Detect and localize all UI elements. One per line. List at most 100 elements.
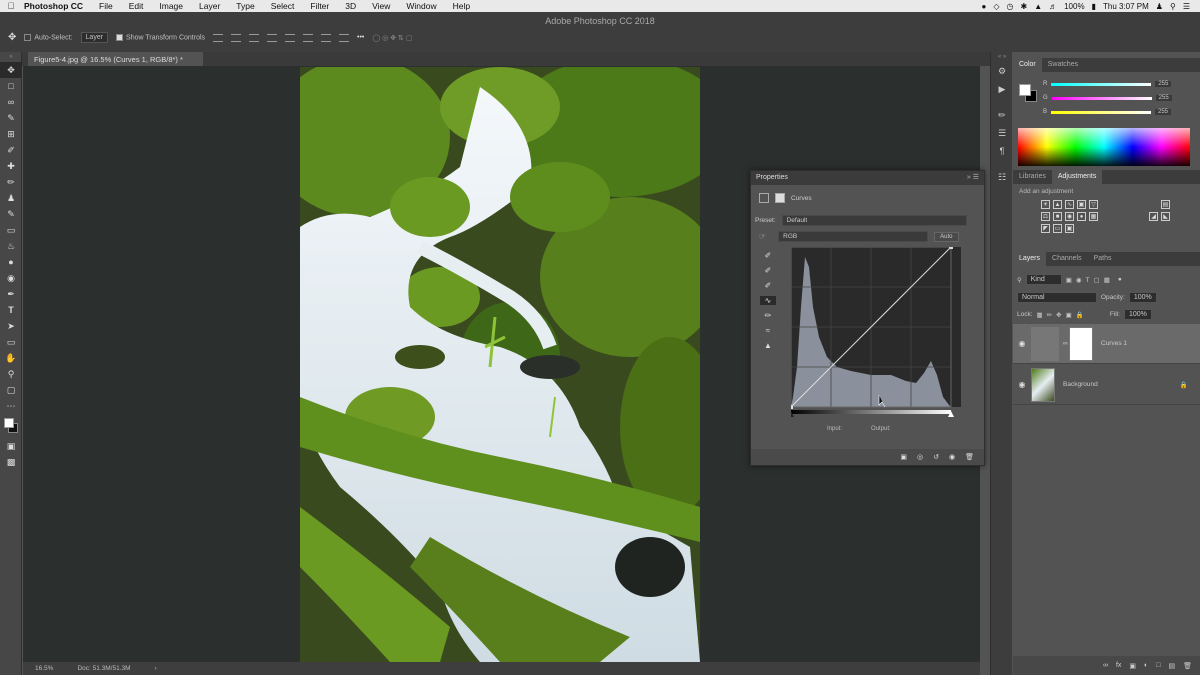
- clone-stamp-tool[interactable]: ♟: [0, 190, 22, 206]
- brush-settings-icon[interactable]: ☰: [991, 124, 1013, 142]
- layer-row-background[interactable]: ◉ Background 🔒: [1013, 365, 1200, 405]
- document-tab[interactable]: Figure5-4.jpg @ 16.5% (Curves 1, RGB/8*)…: [28, 52, 203, 66]
- user-icon[interactable]: ♟: [1156, 2, 1163, 11]
- clock[interactable]: Thu 3:07 PM: [1103, 2, 1149, 11]
- levels-icon[interactable]: ▲: [1053, 200, 1062, 209]
- history-brush-tool[interactable]: ✎: [0, 206, 22, 222]
- tab-color[interactable]: Color: [1013, 58, 1042, 72]
- blur-tool[interactable]: ●: [0, 254, 22, 270]
- menu-select[interactable]: Select: [263, 1, 303, 11]
- wifi-icon[interactable]: ▲: [1034, 2, 1042, 11]
- creative-cloud-icon[interactable]: ●: [982, 2, 987, 11]
- eyedropper-tool[interactable]: ✐: [0, 142, 22, 158]
- dodge-tool[interactable]: ◉: [0, 270, 22, 286]
- black-point-eyedropper-icon[interactable]: ✐: [765, 251, 772, 260]
- menu-filter[interactable]: Filter: [302, 1, 337, 11]
- lasso-tool[interactable]: ∞: [0, 94, 22, 110]
- menu-file[interactable]: File: [91, 1, 121, 11]
- toolbar-collapse-icon[interactable]: »: [0, 52, 22, 62]
- more-options-icon[interactable]: •••: [357, 34, 364, 41]
- visibility-eye-icon[interactable]: ◉: [1013, 380, 1031, 389]
- layer-name[interactable]: Curves 1: [1101, 340, 1127, 347]
- blue-slider[interactable]: B 255: [1043, 108, 1183, 116]
- view-previous-icon[interactable]: ◎: [917, 453, 923, 461]
- bluetooth-icon[interactable]: ✱: [1020, 2, 1027, 11]
- spotlight-icon[interactable]: ⚲: [1170, 2, 1176, 11]
- tab-channels[interactable]: Channels: [1046, 252, 1088, 266]
- eraser-tool[interactable]: ▭: [0, 222, 22, 238]
- status-arrow-icon[interactable]: ›: [155, 665, 157, 672]
- auto-select-target-dropdown[interactable]: Layer: [80, 32, 109, 43]
- color-swatches[interactable]: [0, 414, 21, 438]
- visibility-eye-icon[interactable]: ◉: [1013, 339, 1031, 348]
- align-right-icon[interactable]: [303, 33, 314, 42]
- layer-mask-thumbnail[interactable]: [1069, 326, 1093, 361]
- auto-button[interactable]: Auto: [934, 231, 959, 242]
- visibility-icon[interactable]: ◉: [949, 453, 955, 461]
- align-bottom-icon[interactable]: [249, 33, 260, 42]
- new-layer-icon[interactable]: ▤: [1168, 662, 1175, 670]
- zoom-level[interactable]: 16.5%: [35, 665, 53, 672]
- layer-mask-icon[interactable]: [775, 193, 785, 203]
- 3d-mode-icons[interactable]: ◯ ◎ ✥ ⇅ ▢: [372, 34, 412, 42]
- curves-icon[interactable]: ∿: [1065, 200, 1074, 209]
- path-selection-tool[interactable]: ➤: [0, 318, 22, 334]
- align-center-icon[interactable]: [285, 33, 296, 42]
- auto-select-checkbox[interactable]: Auto-Select:: [24, 33, 73, 41]
- color-spectrum[interactable]: [1018, 128, 1190, 166]
- align-left-icon[interactable]: [267, 33, 278, 42]
- tab-paths[interactable]: Paths: [1088, 252, 1118, 266]
- move-tool[interactable]: ✥: [0, 62, 22, 78]
- notification-icon[interactable]: ☰: [1183, 2, 1190, 11]
- history-panel-icon[interactable]: ⚙: [991, 62, 1013, 80]
- curve-point-white[interactable]: [949, 247, 953, 249]
- channel-mixer-icon[interactable]: ●: [1077, 212, 1086, 221]
- curve-point-black[interactable]: [791, 405, 793, 409]
- photo-filter-icon[interactable]: ◉: [1065, 212, 1074, 221]
- delete-icon[interactable]: 🗑: [965, 453, 974, 461]
- add-mask-icon[interactable]: ▣: [1129, 662, 1136, 670]
- menu-help[interactable]: Help: [445, 1, 478, 11]
- lock-icons[interactable]: ▦✏✥▣🔒: [1037, 311, 1088, 319]
- filter-type-icons[interactable]: ▣◉T▢▦: [1066, 276, 1114, 284]
- menu-type[interactable]: Type: [228, 1, 262, 11]
- blend-mode-dropdown[interactable]: Normal: [1017, 292, 1097, 303]
- actions-panel-icon[interactable]: ▶: [991, 80, 1013, 98]
- posterize-icon[interactable]: ◣: [1161, 212, 1170, 221]
- draw-curve-pencil-icon[interactable]: ✏: [765, 311, 772, 320]
- menu-3d[interactable]: 3D: [337, 1, 364, 11]
- quick-select-tool[interactable]: ✎: [0, 110, 22, 126]
- filter-search-icon[interactable]: ⚲: [1017, 276, 1022, 284]
- green-slider[interactable]: G 255: [1043, 94, 1183, 102]
- document-image-waterfall[interactable]: [300, 67, 700, 662]
- layer-name[interactable]: Background: [1063, 381, 1098, 388]
- volume-icon[interactable]: ♬: [1049, 2, 1057, 11]
- layer-style-icon[interactable]: fx: [1116, 662, 1121, 669]
- filter-toggle-icon[interactable]: ●: [1118, 276, 1122, 283]
- brightness-icon[interactable]: ☀: [1041, 200, 1050, 209]
- paragraph-icon[interactable]: ¶: [991, 142, 1013, 160]
- layer-row-curves[interactable]: ◉ ∞ Curves 1: [1013, 324, 1200, 364]
- tab-libraries[interactable]: Libraries: [1013, 170, 1052, 184]
- properties-panel-icon[interactable]: ☷: [991, 168, 1013, 186]
- curves-graph[interactable]: [791, 247, 961, 417]
- edit-points-curve-icon[interactable]: ∿: [760, 296, 776, 305]
- filter-kind-dropdown[interactable]: Kind: [1025, 274, 1062, 285]
- menu-layer[interactable]: Layer: [191, 1, 228, 11]
- menu-image[interactable]: Image: [151, 1, 191, 11]
- crop-tool[interactable]: ⊞: [0, 126, 22, 142]
- align-top-icon[interactable]: [213, 33, 224, 42]
- invert-icon[interactable]: ◢: [1149, 212, 1158, 221]
- vibrance-icon[interactable]: ▽: [1089, 200, 1098, 209]
- foreground-color-swatch[interactable]: [4, 418, 14, 428]
- selective-color-icon[interactable]: ▣: [1065, 224, 1074, 233]
- hue-saturation-icon[interactable]: ▤: [1161, 200, 1170, 209]
- white-point-eyedropper-icon[interactable]: ✐: [765, 281, 772, 290]
- on-image-adjust-icon[interactable]: ☞: [759, 232, 766, 241]
- delete-layer-icon[interactable]: 🗑: [1183, 662, 1192, 670]
- battery-icon[interactable]: ▮: [1092, 2, 1096, 11]
- time-machine-icon[interactable]: ◷: [1007, 2, 1014, 11]
- clipping-warning-icon[interactable]: ▲: [764, 341, 772, 350]
- document-size[interactable]: Doc: 51.3M/51.3M: [77, 665, 130, 672]
- clip-to-layer-icon[interactable]: ▣: [900, 453, 907, 461]
